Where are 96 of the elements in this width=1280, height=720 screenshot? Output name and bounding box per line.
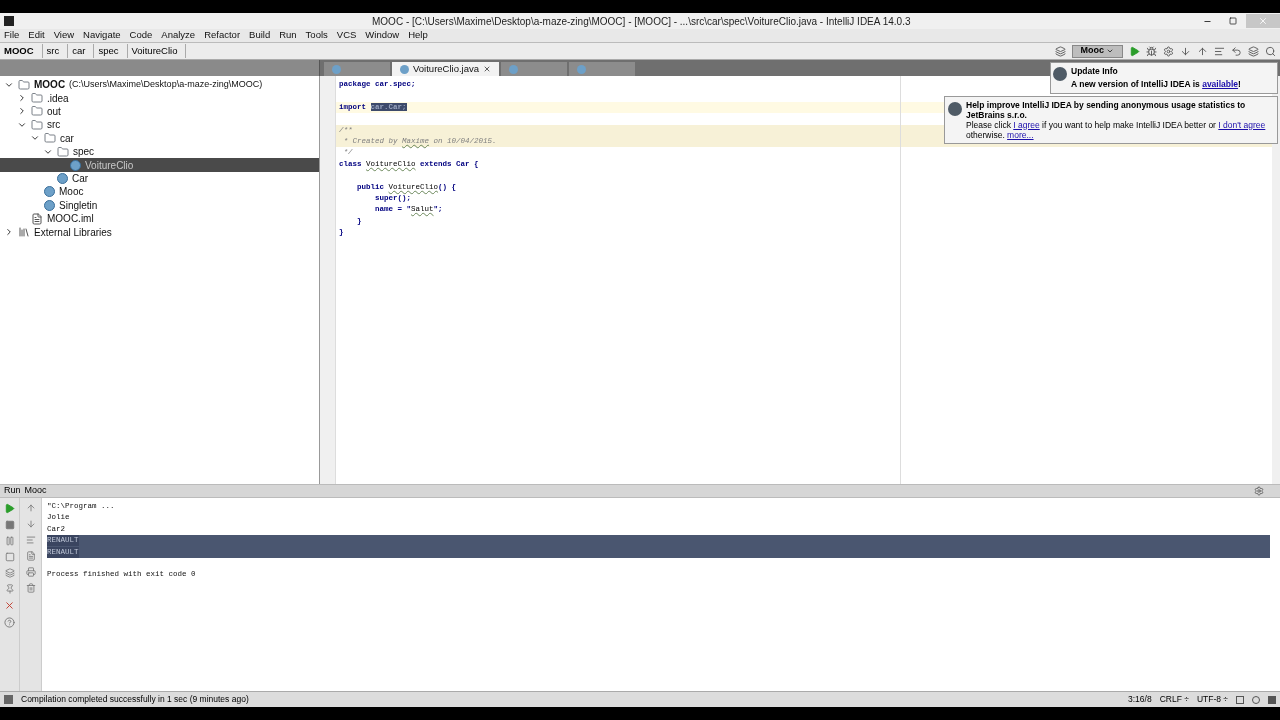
status-message: Compilation completed successfully in 1 sec (9 minutes ago) [21, 693, 249, 706]
tree-item[interactable]: Mooc [0, 185, 319, 199]
breadcrumb[interactable]: car [72, 43, 95, 59]
agree-link[interactable]: I agree [1013, 119, 1040, 130]
tree-item[interactable]: car [0, 131, 319, 145]
menu-item[interactable]: Refactor [204, 28, 241, 43]
tree-item[interactable]: out [0, 104, 319, 119]
help-icon[interactable] [4, 617, 15, 628]
run-panel-label[interactable]: Run [4, 484, 21, 498]
tree-item[interactable]: Car [0, 171, 319, 186]
folder-icon [31, 118, 43, 131]
revert-icon[interactable] [1231, 45, 1242, 57]
class-icon [332, 64, 341, 74]
editor-tab[interactable]: VoitureClio.java [392, 62, 499, 76]
folder-icon [31, 92, 43, 105]
class-icon [70, 159, 81, 171]
caret-icon [1106, 47, 1114, 55]
close-tab-icon[interactable] [483, 65, 491, 73]
commit-icon[interactable] [1197, 45, 1208, 57]
tree-item[interactable]: Singletin [0, 198, 319, 212]
tree-item[interactable]: VoitureClio [0, 158, 319, 172]
menu-item[interactable]: VCS [336, 28, 357, 43]
menu-item[interactable]: Run [279, 28, 297, 43]
breadcrumb[interactable]: VoitureClio [131, 43, 187, 59]
class-icon [509, 64, 518, 74]
window-title: MOOC - [C:\Users\Maxime\Desktop\a-maze-zing\MOOC] - [MOOC] - ...\src\car\spec\VoitureClio.java - IntelliJ IDEA 14.0.3 [372, 14, 911, 29]
tree-item[interactable]: spec [0, 144, 319, 159]
tree-item[interactable]: src [0, 118, 319, 132]
folder-icon [44, 132, 56, 145]
class-icon [44, 199, 55, 211]
menu-item[interactable]: Edit [28, 28, 45, 43]
close-icon [1258, 16, 1268, 26]
layout-icon[interactable] [4, 568, 15, 578]
run-config-dropdown[interactable]: Mooc [1071, 44, 1123, 58]
folder-icon [57, 145, 69, 158]
library-icon [18, 226, 30, 238]
pause-icon[interactable] [4, 536, 15, 546]
notification-title: Update Info [1071, 65, 1119, 78]
pin-icon[interactable] [4, 584, 15, 594]
class-icon [44, 186, 55, 198]
notification-title: Help improve IntelliJ IDEA by sending anonymous usage statistics to JetBrains s.r.o. [966, 99, 1247, 120]
line-separator[interactable]: CRLF ÷ [1159, 693, 1189, 706]
encoding[interactable]: UTF-8 ÷ [1196, 693, 1228, 706]
collapse-icon[interactable] [4, 227, 14, 237]
settings-icon[interactable] [1163, 45, 1174, 57]
menu-item[interactable]: View [53, 28, 75, 43]
info-icon [1053, 67, 1067, 81]
restore-icon [1229, 17, 1237, 25]
update-icon[interactable] [1180, 45, 1191, 57]
up-arrow-icon[interactable] [25, 503, 36, 513]
folder-icon [31, 105, 43, 118]
menu-item[interactable]: Help [408, 28, 428, 43]
more-link[interactable]: more... [1007, 129, 1034, 140]
down-arrow-icon[interactable] [25, 519, 36, 529]
collapse-icon[interactable] [17, 106, 27, 117]
close-icon[interactable] [4, 600, 15, 611]
notification-text: A new version of IntelliJ IDEA is available! [1071, 77, 1241, 91]
info-icon [948, 101, 962, 116]
tree-item[interactable]: MOOC.iml [0, 211, 319, 226]
menu-item[interactable]: File [4, 28, 20, 43]
print-icon[interactable] [25, 567, 36, 577]
status-icon [4, 695, 13, 704]
stop-icon[interactable] [4, 520, 15, 530]
event-log-icon[interactable] [1268, 695, 1276, 704]
clear-icon[interactable] [25, 583, 36, 593]
rerun-icon[interactable] [4, 503, 15, 514]
class-icon [400, 64, 409, 74]
menu-item[interactable]: Build [249, 28, 271, 43]
menu-item[interactable]: Code [129, 28, 153, 43]
folder-icon [18, 78, 30, 91]
class-icon [57, 172, 68, 184]
menu-item[interactable]: Window [365, 28, 400, 43]
breadcrumb[interactable]: spec [98, 43, 128, 59]
file-icon [31, 212, 43, 225]
history-icon[interactable] [1214, 45, 1225, 57]
notification-text: Please click I agree if you want to help make IntelliJ IDEA better or I don't agree otherwise. more... [966, 119, 1267, 140]
search-icon[interactable] [1265, 45, 1276, 57]
breadcrumb[interactable]: src [46, 43, 69, 59]
menu-item[interactable]: Navigate [83, 28, 121, 43]
breadcrumb[interactable]: MOOC [4, 43, 43, 59]
settings-icon[interactable] [1254, 486, 1264, 496]
structure-icon[interactable] [1054, 45, 1066, 57]
class-icon [577, 64, 586, 74]
run-config-tab[interactable]: Mooc [24, 484, 47, 498]
debug-icon[interactable] [1146, 45, 1157, 57]
project-structure-icon[interactable] [1248, 45, 1259, 57]
app-icon [4, 16, 14, 26]
caret-position[interactable]: 3:16/8 [1128, 693, 1152, 706]
tree-item[interactable]: MOOC (C:\Users\Maxime\Desktop\a-maze-zing\MOOC) [0, 78, 319, 92]
collapse-icon[interactable] [17, 93, 27, 104]
menu-item[interactable]: Analyze [161, 28, 196, 43]
tree-item[interactable]: .idea [0, 91, 319, 105]
disagree-link[interactable]: I don't agree [1218, 119, 1266, 130]
tree-item[interactable]: External Libraries [0, 225, 319, 239]
run-icon[interactable] [1129, 45, 1140, 57]
menu-item[interactable]: Tools [305, 28, 328, 43]
